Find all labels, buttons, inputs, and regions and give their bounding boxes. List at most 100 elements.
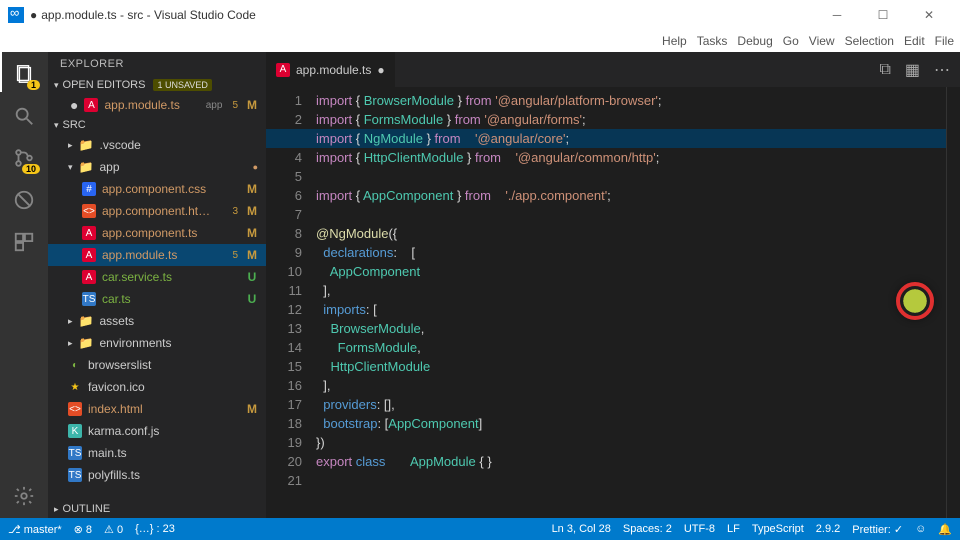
tab-app-module[interactable]: A app.module.ts ●: [266, 52, 396, 87]
modified-dot: ●: [70, 97, 78, 113]
tree-item-car-service-ts[interactable]: Acar.service.tsU: [48, 266, 266, 288]
file-icon: <>: [68, 402, 82, 416]
tree-item-app[interactable]: ▾📁app●: [48, 156, 266, 178]
maximize-button[interactable]: ☐: [860, 0, 906, 30]
git-modified: M: [246, 402, 258, 416]
line-numbers: 123456789101112131415161718192021: [266, 87, 316, 518]
status-errors[interactable]: ⊗ 8: [74, 523, 92, 536]
tree-item--vscode[interactable]: ▸📁.vscode: [48, 134, 266, 156]
git-modified: M: [246, 204, 258, 218]
code-editor[interactable]: 123456789101112131415161718192021 import…: [266, 87, 960, 518]
sidebar-header: EXPLORER: [48, 52, 266, 76]
tree-item-polyfills-ts[interactable]: TS polyfills.ts: [48, 464, 266, 486]
extensions-icon[interactable]: [12, 230, 36, 254]
status-encoding[interactable]: UTF-8: [684, 523, 715, 535]
menu-view[interactable]: View: [809, 34, 835, 48]
scm-icon[interactable]: 10: [12, 146, 36, 170]
tree-item-app-component-ht-[interactable]: <>app.component.ht…3M: [48, 200, 266, 222]
file-name: main.ts: [88, 446, 258, 460]
status-eol[interactable]: LF: [727, 523, 740, 535]
editor-tabs: A app.module.ts ● ⧉ ▦ ⋯: [266, 52, 960, 87]
title-app: Visual Studio Code: [154, 8, 256, 22]
src-header[interactable]: ▾ SRC: [48, 116, 266, 134]
bell-icon[interactable]: 🔔: [938, 523, 952, 536]
git-branch[interactable]: ⎇ master*: [8, 523, 62, 536]
tree-item-favicon-ico[interactable]: ★favicon.ico: [48, 376, 266, 398]
open-editors-header[interactable]: ▾ OPEN EDITORS 1 UNSAVED: [48, 76, 266, 94]
tree-item-app-component-ts[interactable]: Aapp.component.tsM: [48, 222, 266, 244]
status-warnings[interactable]: ⚠ 0: [104, 523, 123, 536]
title-folder: src: [127, 8, 143, 22]
menu-go[interactable]: Go: [783, 34, 799, 48]
tree-item-browserslist[interactable]: ◐browserslist: [48, 354, 266, 376]
open-editor-item[interactable]: ● A app.module.ts app 5 M: [48, 94, 266, 116]
status-spaces[interactable]: Spaces: 2: [623, 523, 672, 535]
status-ts-version[interactable]: 2.9.2: [816, 523, 840, 535]
chevron-icon: ▸: [68, 316, 73, 327]
scm-badge: 10: [22, 164, 40, 174]
menu-edit[interactable]: Edit: [904, 34, 925, 48]
status-language[interactable]: TypeScript: [752, 523, 804, 535]
explorer-badge: 1: [27, 80, 40, 90]
menu-file[interactable]: File: [935, 34, 954, 48]
open-editors-label: OPEN EDITORS: [63, 79, 146, 91]
explorer-icon[interactable]: 1: [12, 62, 36, 86]
file-icon: <>: [82, 204, 96, 218]
search-icon[interactable]: [12, 104, 36, 128]
tree-item-main-ts[interactable]: TSmain.ts: [48, 442, 266, 464]
tab-label: app.module.ts: [296, 63, 371, 77]
file-name: karma.conf.js: [88, 424, 258, 438]
file-name: app.component.ts: [102, 226, 240, 240]
split-editor-icon[interactable]: ⧉: [879, 61, 890, 79]
tree-item-karma-conf-js[interactable]: Kkarma.conf.js: [48, 420, 266, 442]
layout-icon[interactable]: ▦: [905, 60, 920, 80]
tree-item-app-module-ts[interactable]: Aapp.module.ts5M: [48, 244, 266, 266]
more-icon[interactable]: ⋯: [934, 60, 950, 80]
close-button[interactable]: ✕: [906, 0, 952, 30]
menu-selection[interactable]: Selection: [845, 34, 894, 48]
status-bar: ⎇ master* ⊗ 8 ⚠ 0 {…} : 23 Ln 3, Col 28 …: [0, 518, 960, 540]
tree-item-index-html[interactable]: <>index.htmlM: [48, 398, 266, 420]
menu-help[interactable]: Help: [662, 34, 687, 48]
menu-debug[interactable]: Debug: [737, 34, 772, 48]
status-lncol[interactable]: Ln 3, Col 28: [552, 523, 611, 535]
activity-bar: 1 10: [0, 52, 48, 518]
settings-icon[interactable]: [12, 484, 36, 508]
file-name: app.component.css: [102, 182, 240, 196]
file-icon: TS: [68, 468, 82, 482]
file-name: car.ts: [102, 292, 240, 306]
file-name: app.module.ts: [102, 248, 226, 262]
minimap[interactable]: [946, 87, 960, 518]
tree-item-app-component-css[interactable]: #app.component.cssM: [48, 178, 266, 200]
debug-icon[interactable]: [12, 188, 36, 212]
modified-indicator: ●: [30, 8, 37, 22]
tree-item-assets[interactable]: ▸📁assets: [48, 310, 266, 332]
chevron-down-icon: ▾: [54, 80, 59, 91]
file-icon: TS: [82, 292, 96, 306]
file-icon: 📁: [79, 336, 94, 350]
problem-badge: 5: [232, 100, 238, 111]
status-info[interactable]: {…} : 23: [135, 523, 175, 535]
chevron-icon: ▸: [68, 338, 73, 349]
file-name: .vscode: [99, 138, 258, 152]
file-icon: 📁: [79, 160, 94, 174]
menu-tasks[interactable]: Tasks: [697, 34, 728, 48]
git-untracked: U: [246, 270, 258, 284]
minimize-button[interactable]: ─: [814, 0, 860, 30]
vscode-icon: [8, 7, 24, 23]
tree-item-car-ts[interactable]: TScar.tsU: [48, 288, 266, 310]
tab-actions: ⧉ ▦ ⋯: [879, 52, 960, 87]
chevron-right-icon: ▸: [54, 504, 59, 515]
status-prettier[interactable]: Prettier: ✓: [852, 523, 903, 536]
window-titlebar: ● app.module.ts - src - Visual Studio Co…: [0, 0, 960, 30]
file-icon: 📁: [79, 314, 94, 328]
src-label: SRC: [63, 119, 86, 131]
code-lines[interactable]: import { BrowserModule } from '@angular/…: [316, 87, 946, 518]
feedback-icon[interactable]: ☺: [915, 523, 926, 535]
file-name: environments: [99, 336, 258, 350]
unsaved-badge: 1 UNSAVED: [153, 79, 211, 91]
file-name: favicon.ico: [88, 380, 258, 394]
tree-item-environments[interactable]: ▸ 📁 environments: [48, 332, 266, 354]
outline-header[interactable]: ▸ OUTLINE: [48, 500, 266, 518]
file-name: polyfills.ts: [88, 468, 258, 482]
